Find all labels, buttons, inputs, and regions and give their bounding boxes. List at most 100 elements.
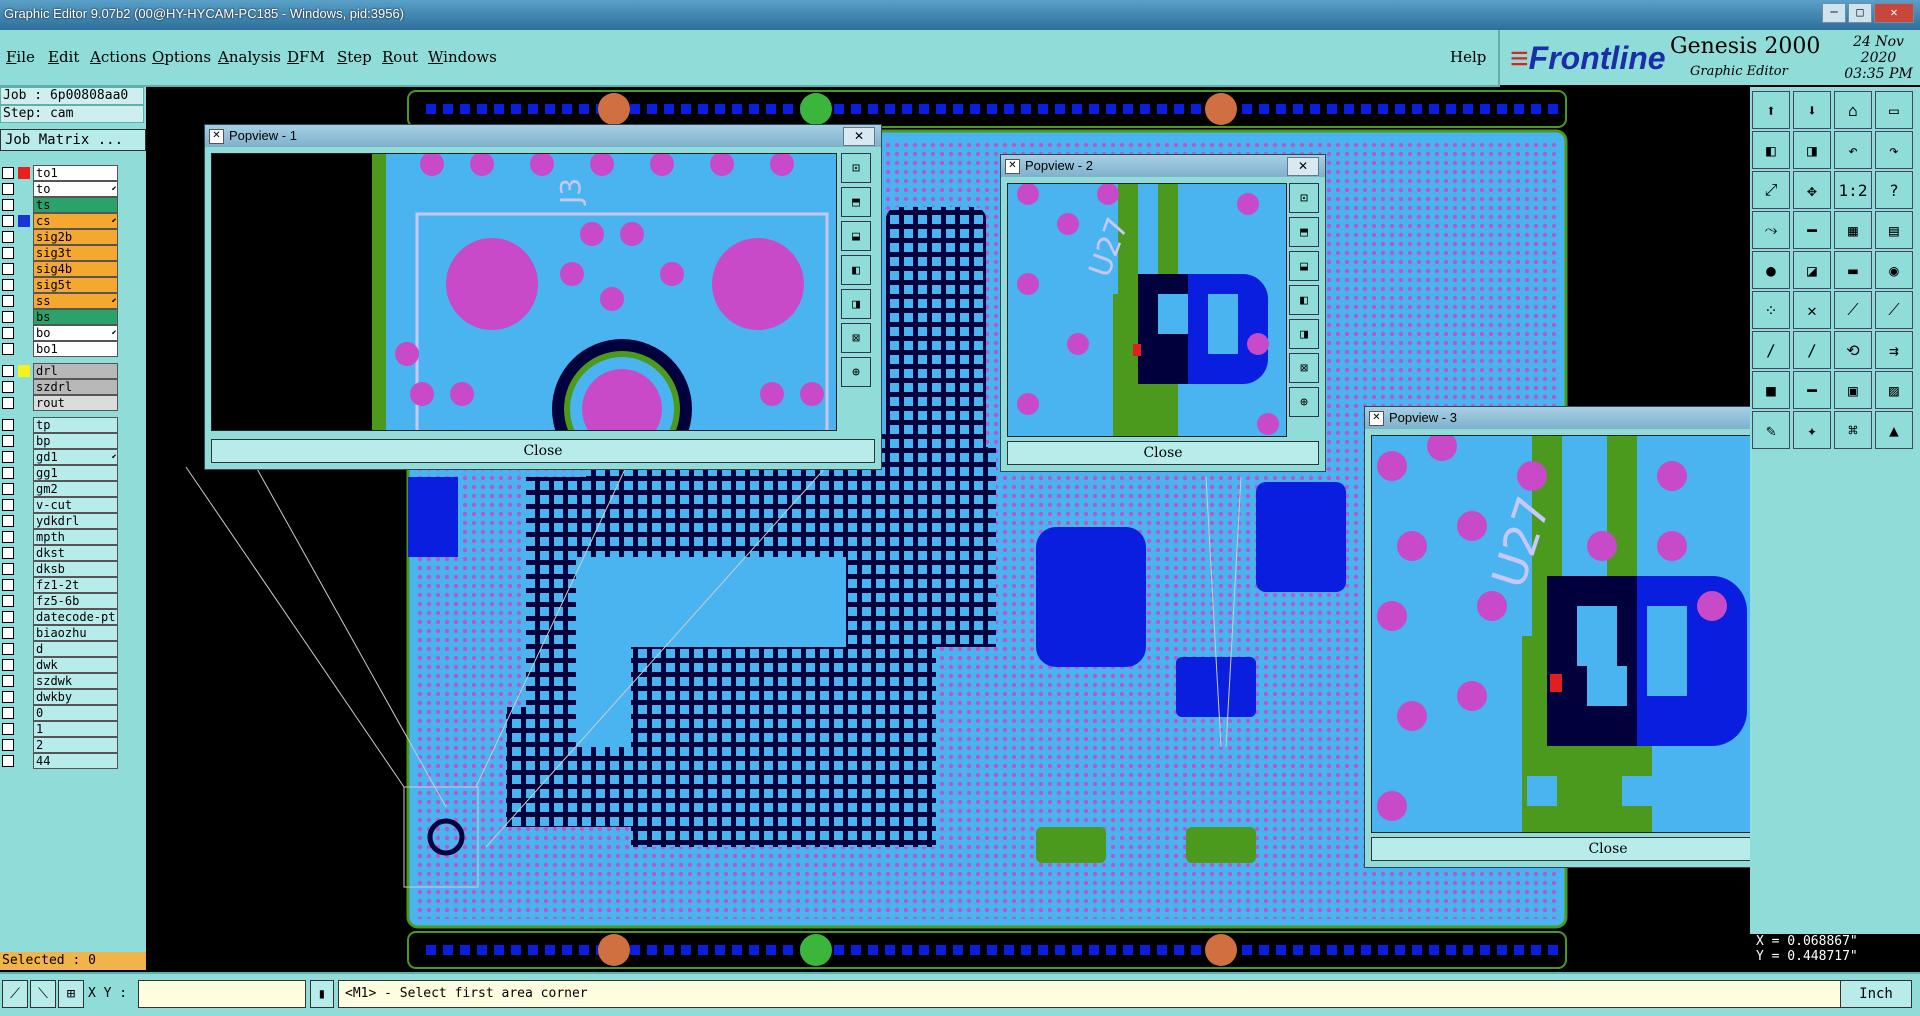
layer-row[interactable]: drl xyxy=(0,363,118,379)
dash-icon[interactable]: ━ xyxy=(1793,371,1831,409)
layer-checkbox[interactable] xyxy=(2,419,14,431)
layer-checkbox[interactable] xyxy=(2,627,14,639)
layer-checkbox[interactable] xyxy=(2,499,14,511)
layer-row[interactable]: bo ⬋ xyxy=(0,325,118,341)
layer-row[interactable]: cs ⬋ xyxy=(0,213,118,229)
layer-checkbox[interactable] xyxy=(2,739,14,751)
layer-name[interactable]: gm2 xyxy=(33,481,118,497)
layer-name[interactable]: szdrl xyxy=(33,379,118,395)
layer-checkbox[interactable] xyxy=(2,311,14,323)
popview-1-close-button[interactable]: Close xyxy=(211,439,875,463)
layer-name[interactable]: fz1-2t xyxy=(33,577,118,593)
fit-all-icon[interactable]: ⊠ xyxy=(841,323,871,353)
pad-icon[interactable]: ● xyxy=(1752,251,1790,289)
layer-row[interactable]: sig3t xyxy=(0,245,118,261)
minimize-button[interactable]: ─ xyxy=(1822,3,1846,23)
layer-name[interactable]: to ⬋ xyxy=(33,181,118,197)
layer-checkbox[interactable] xyxy=(2,643,14,655)
layer-name[interactable]: 0 xyxy=(33,705,118,721)
layer-name[interactable]: ss ⬋ xyxy=(33,293,118,309)
layer-row[interactable]: sig2b xyxy=(0,229,118,245)
layer-checkbox[interactable] xyxy=(2,215,14,227)
menu-dfm[interactable]: DFM xyxy=(287,48,325,66)
layer-checkbox[interactable] xyxy=(2,595,14,607)
popview-1-close-x[interactable]: ✕ xyxy=(843,127,875,146)
layer-name[interactable]: cs ⬋ xyxy=(33,213,118,229)
layer-name[interactable]: ts xyxy=(33,197,118,213)
menu-edit[interactable]: Edit xyxy=(48,48,79,66)
layer-row[interactable]: v-cut xyxy=(0,497,118,513)
layer-row[interactable]: dksb xyxy=(0,561,118,577)
units-select[interactable]: Inch xyxy=(1840,980,1912,1008)
layer-row[interactable]: rout xyxy=(0,395,118,411)
layer-checkbox[interactable] xyxy=(2,295,14,307)
menu-options[interactable]: Options xyxy=(152,48,211,66)
layer-row[interactable]: szdwk xyxy=(0,673,118,689)
layer-checkbox[interactable] xyxy=(2,199,14,211)
layer-name[interactable]: to1 xyxy=(33,165,118,181)
arc-icon[interactable]: ⟲ xyxy=(1834,331,1872,369)
layer-name[interactable]: tp xyxy=(33,417,118,433)
target-icon[interactable]: ◉ xyxy=(1875,251,1913,289)
layer-checkbox[interactable] xyxy=(2,691,14,703)
xy-input[interactable] xyxy=(138,980,306,1008)
pan-left-icon[interactable]: ◧ xyxy=(841,255,871,285)
zoom-fit-icon[interactable]: ⊡ xyxy=(1289,183,1319,213)
route-icon[interactable]: ⤳ xyxy=(1752,211,1790,249)
layer-checkbox[interactable] xyxy=(2,435,14,447)
pan-left-icon[interactable]: ◧ xyxy=(1289,285,1319,315)
layer-name[interactable]: dwk xyxy=(33,657,118,673)
layer-checkbox[interactable] xyxy=(2,183,14,195)
layer-row[interactable]: gd1 ⬋ xyxy=(0,449,118,465)
layer-row[interactable]: datecode-pt xyxy=(0,609,118,625)
edit-icon[interactable]: ✎ xyxy=(1752,411,1790,449)
layer-name[interactable]: mpth xyxy=(33,529,118,545)
line-icon[interactable]: ━ xyxy=(1793,211,1831,249)
layer-checkbox[interactable] xyxy=(2,231,14,243)
layer-checkbox[interactable] xyxy=(2,707,14,719)
layer-row[interactable]: tp xyxy=(0,417,118,433)
layer-checkbox[interactable] xyxy=(2,755,14,767)
layer-row[interactable]: to ⬋ xyxy=(0,181,118,197)
layer-name[interactable]: drl xyxy=(33,363,118,379)
layer-checkbox[interactable] xyxy=(2,723,14,735)
layer-row[interactable]: gm2 xyxy=(0,481,118,497)
close-window-button[interactable]: ✕ xyxy=(1874,3,1914,23)
layer-checkbox[interactable] xyxy=(2,563,14,575)
layer-row[interactable]: bo1 xyxy=(0,341,118,357)
pan-right-icon[interactable]: ◨ xyxy=(841,289,871,319)
popview-2-close-x[interactable]: ✕ xyxy=(1287,157,1319,176)
layer-name[interactable]: gg1 xyxy=(33,465,118,481)
pan-right-icon[interactable]: ◨ xyxy=(1289,319,1319,349)
grid-icon[interactable]: ▦ xyxy=(1834,211,1872,249)
command-icon[interactable]: ⌘ xyxy=(1834,411,1872,449)
layer-checkbox[interactable] xyxy=(2,483,14,495)
fill-icon[interactable]: ◪ xyxy=(1793,251,1831,289)
job-matrix-button[interactable]: Job Matrix ... xyxy=(0,129,146,151)
layer-checkbox[interactable] xyxy=(2,343,14,355)
pan-right-icon[interactable]: ◨ xyxy=(1793,131,1831,169)
layer-name[interactable]: ydkdrl xyxy=(33,513,118,529)
zoom-out-icon[interactable]: ⬓ xyxy=(841,221,871,251)
layer-row[interactable]: dkst xyxy=(0,545,118,561)
draw-icon[interactable]: ⟋ xyxy=(1834,291,1872,329)
hatch-icon[interactable]: ▨ xyxy=(1875,371,1913,409)
layer-row[interactable]: to1 xyxy=(0,165,118,181)
layer-name[interactable]: 44 xyxy=(33,753,118,769)
layer-up-icon[interactable]: ⬆ xyxy=(1752,91,1790,129)
layer-name[interactable]: bs xyxy=(33,309,118,325)
layer-checkbox[interactable] xyxy=(2,167,14,179)
grid-snap-icon[interactable]: ⟍ xyxy=(30,980,56,1008)
layer-name[interactable]: bp xyxy=(33,433,118,449)
layer-name[interactable]: szdwk xyxy=(33,673,118,689)
layer-row[interactable]: bp xyxy=(0,433,118,449)
layer-name[interactable]: 1 xyxy=(33,721,118,737)
zoom-out-icon[interactable]: ⬓ xyxy=(1289,251,1319,281)
center-icon[interactable]: ⊕ xyxy=(1289,387,1319,417)
layer-row[interactable]: 1 xyxy=(0,721,118,737)
layer-name[interactable]: sig4b xyxy=(33,261,118,277)
menu-actions[interactable]: Actions xyxy=(90,48,146,66)
layer-checkbox[interactable] xyxy=(2,659,14,671)
popview-1-titlebar[interactable]: ✕ Popview - 1 ✕ xyxy=(205,125,881,147)
zoom-in-icon[interactable]: ⬒ xyxy=(1289,217,1319,247)
